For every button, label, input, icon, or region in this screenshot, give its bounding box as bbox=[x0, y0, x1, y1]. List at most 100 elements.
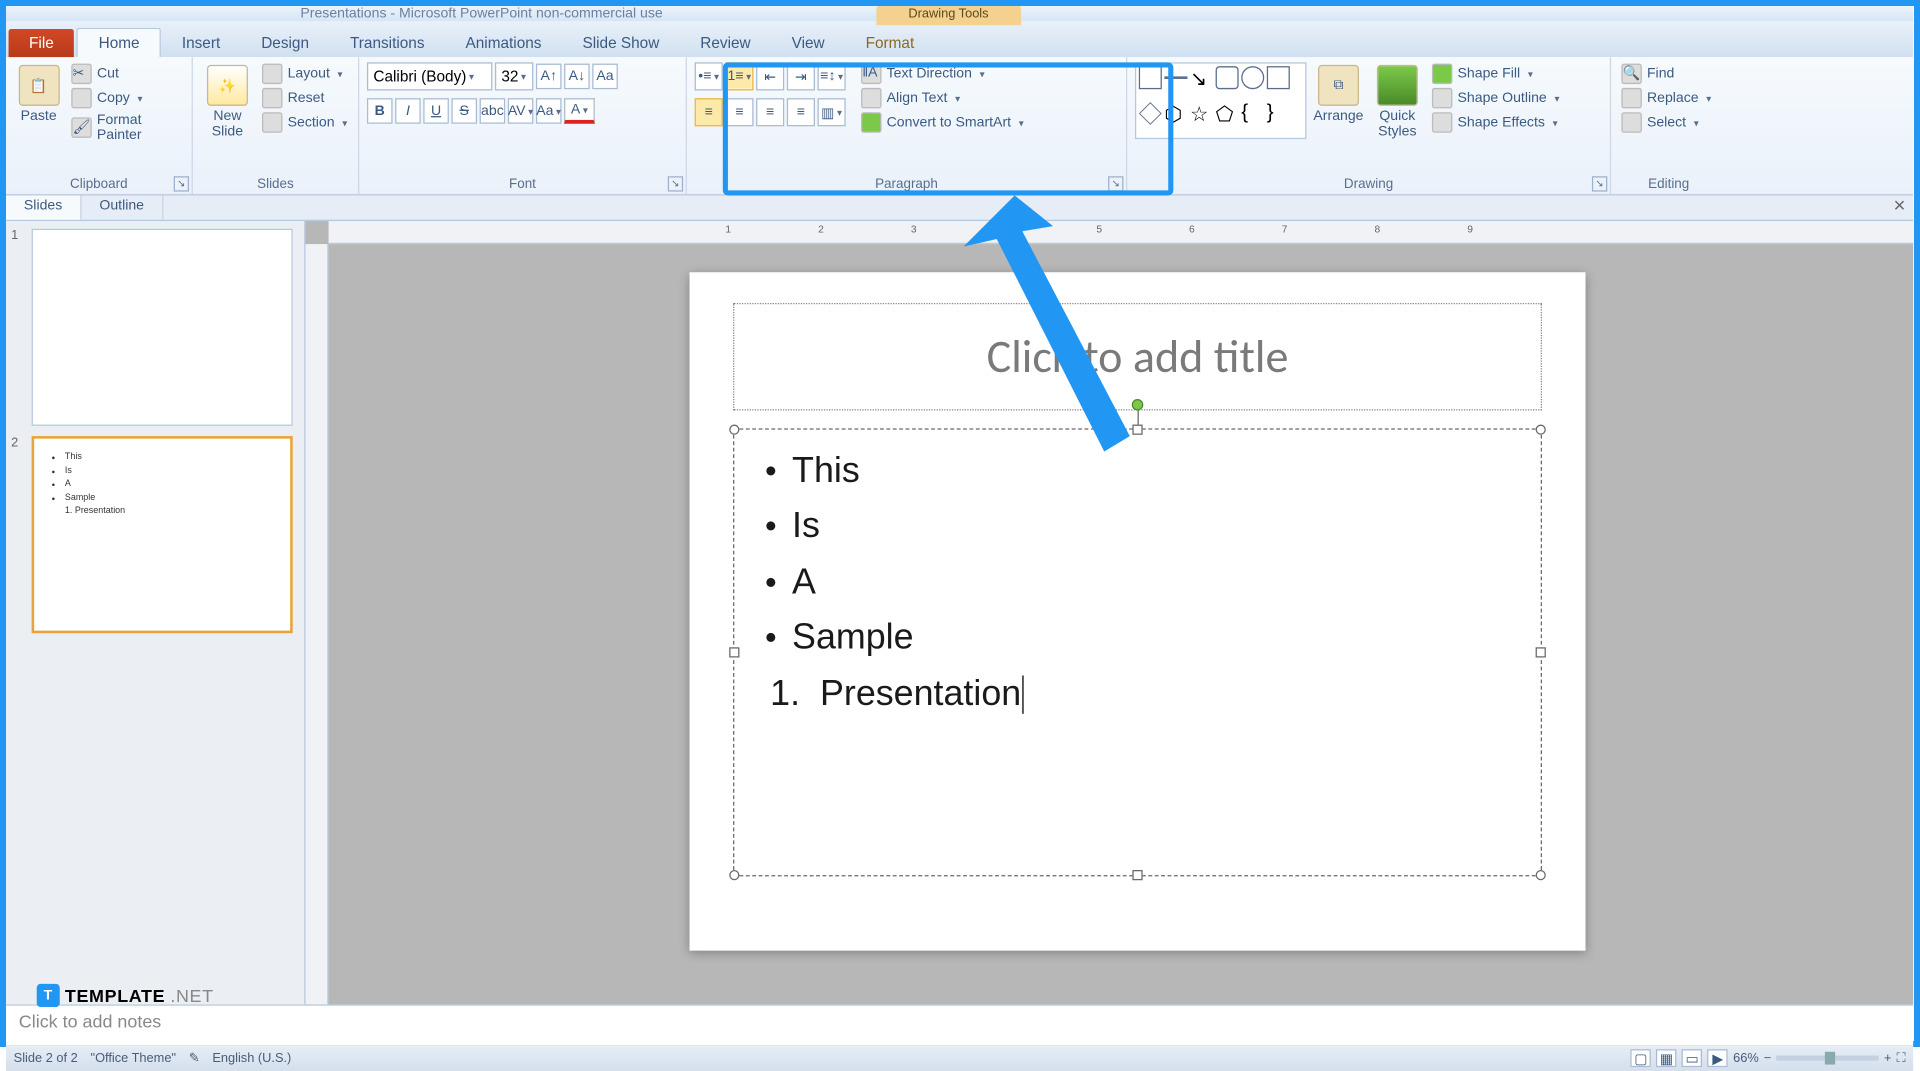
ruler-horizontal[interactable]: 1 2 3 4 5 6 7 8 9 bbox=[329, 221, 1914, 244]
ruler-vertical[interactable] bbox=[306, 244, 329, 1004]
dialog-launcher-icon[interactable]: ↘ bbox=[174, 176, 189, 191]
close-pane-button[interactable]: × bbox=[1886, 195, 1913, 219]
tab-transitions[interactable]: Transitions bbox=[330, 29, 446, 57]
selection-handle[interactable] bbox=[729, 870, 739, 880]
view-sorter-button[interactable]: ▦ bbox=[1656, 1049, 1676, 1067]
align-left-button[interactable]: ≡ bbox=[695, 98, 723, 126]
shadow-button[interactable]: abc bbox=[480, 98, 506, 124]
selection-handle[interactable] bbox=[729, 647, 739, 657]
replace-button[interactable]: Replace bbox=[1619, 87, 1714, 110]
tab-design[interactable]: Design bbox=[241, 29, 330, 57]
shrink-font-button[interactable]: A↓ bbox=[564, 64, 590, 90]
content-placeholder[interactable]: This Is A Sample 1. Presentation bbox=[733, 428, 1542, 876]
tab-file[interactable]: File bbox=[9, 29, 75, 57]
convert-smartart-button[interactable]: Convert to SmartArt bbox=[858, 111, 1026, 134]
italic-button[interactable]: I bbox=[395, 98, 421, 124]
columns-button[interactable]: ▥ bbox=[818, 98, 846, 126]
reset-button[interactable]: Reset bbox=[259, 87, 350, 110]
status-spellcheck-icon[interactable]: ✎ bbox=[189, 1051, 200, 1065]
view-slideshow-button[interactable]: ▶ bbox=[1708, 1049, 1728, 1067]
outline-tab[interactable]: Outline bbox=[81, 195, 163, 219]
tab-review[interactable]: Review bbox=[680, 29, 771, 57]
char-spacing-button[interactable]: AV bbox=[508, 98, 534, 124]
justify-button[interactable]: ≡ bbox=[787, 98, 815, 126]
view-normal-button[interactable]: ▢ bbox=[1631, 1049, 1651, 1067]
bullet-item[interactable]: Is bbox=[765, 498, 1510, 554]
shape-rect-icon bbox=[1139, 66, 1162, 89]
font-size-combo[interactable]: 32 bbox=[495, 62, 533, 90]
title-placeholder[interactable]: Click to add title bbox=[733, 303, 1542, 411]
slides-tab[interactable]: Slides bbox=[6, 195, 81, 219]
numbering-button[interactable]: 1≡ bbox=[725, 62, 753, 90]
shape-effects-button[interactable]: Shape Effects bbox=[1429, 111, 1562, 134]
tab-view[interactable]: View bbox=[771, 29, 845, 57]
decrease-indent-button[interactable]: ⇤ bbox=[756, 62, 784, 90]
format-painter-button[interactable]: 🖌Format Painter bbox=[69, 111, 184, 144]
contextual-tab-drawing-tools[interactable]: Drawing Tools bbox=[876, 6, 1020, 25]
selection-handle[interactable] bbox=[1132, 425, 1142, 435]
tab-format[interactable]: Format bbox=[845, 29, 935, 57]
clear-formatting-button[interactable]: Aa bbox=[592, 64, 618, 90]
zoom-in-button[interactable]: + bbox=[1884, 1051, 1891, 1065]
line-spacing-button[interactable]: ≡↕ bbox=[818, 62, 846, 90]
layout-button[interactable]: Layout bbox=[259, 62, 350, 85]
notes-pane[interactable]: Click to add notes bbox=[6, 1004, 1913, 1045]
shapes-gallery[interactable]: ↘ ⬡ ☆ ⬠ { } bbox=[1135, 62, 1307, 139]
view-reading-button[interactable]: ▭ bbox=[1682, 1049, 1702, 1067]
section-button[interactable]: Section bbox=[259, 111, 350, 134]
zoom-out-button[interactable]: − bbox=[1764, 1051, 1771, 1065]
tab-insert[interactable]: Insert bbox=[161, 29, 240, 57]
numbered-item[interactable]: 1. Presentation bbox=[765, 665, 1510, 721]
ribbon: 📋 Paste ✂Cut Copy 🖌Format Painter Clipbo… bbox=[6, 57, 1913, 195]
shape-fill-button[interactable]: Shape Fill bbox=[1429, 62, 1562, 85]
underline-button[interactable]: U bbox=[423, 98, 449, 124]
selection-handle[interactable] bbox=[1536, 647, 1546, 657]
shape-outline-button[interactable]: Shape Outline bbox=[1429, 87, 1562, 110]
find-button[interactable]: 🔍Find bbox=[1619, 62, 1714, 85]
rotation-handle[interactable] bbox=[1132, 399, 1144, 411]
slides-pane[interactable]: 1 2 This Is A Sample 1. Presentation bbox=[6, 221, 306, 1004]
increase-indent-button[interactable]: ⇥ bbox=[787, 62, 815, 90]
font-color-button[interactable]: A bbox=[564, 98, 595, 124]
font-name-combo[interactable]: Calibri (Body) bbox=[367, 62, 492, 90]
cut-button[interactable]: ✂Cut bbox=[69, 62, 184, 85]
status-slide: Slide 2 of 2 bbox=[14, 1051, 78, 1065]
align-center-button[interactable]: ≡ bbox=[725, 98, 753, 126]
bullet-item[interactable]: A bbox=[765, 554, 1510, 610]
new-slide-button[interactable]: ✨ New Slide bbox=[201, 62, 255, 173]
dialog-launcher-icon[interactable]: ↘ bbox=[1108, 176, 1123, 191]
strikethrough-button[interactable]: S bbox=[451, 98, 477, 124]
bold-button[interactable]: B bbox=[367, 98, 393, 124]
select-button[interactable]: Select bbox=[1619, 111, 1714, 134]
quick-styles-button[interactable]: Quick Styles bbox=[1370, 62, 1424, 173]
tab-home[interactable]: Home bbox=[77, 28, 162, 57]
selection-handle[interactable] bbox=[1132, 870, 1142, 880]
arrange-button[interactable]: ⧉ Arrange bbox=[1312, 62, 1366, 173]
align-right-button[interactable]: ≡ bbox=[756, 98, 784, 126]
bullets-button[interactable]: •≡ bbox=[695, 62, 723, 90]
bullet-item[interactable]: This bbox=[765, 442, 1510, 498]
zoom-slider[interactable] bbox=[1776, 1056, 1878, 1061]
selection-handle[interactable] bbox=[729, 425, 739, 435]
dialog-launcher-icon[interactable]: ↘ bbox=[1592, 176, 1607, 191]
tab-slideshow[interactable]: Slide Show bbox=[562, 29, 680, 57]
fit-window-button[interactable]: ⛶ bbox=[1897, 1051, 1906, 1065]
selection-handle[interactable] bbox=[1536, 870, 1546, 880]
group-label: Paragraph bbox=[695, 174, 1119, 194]
thumb-number: 2 bbox=[11, 436, 26, 633]
text-direction-button[interactable]: ‖AText Direction bbox=[858, 62, 1026, 85]
status-language[interactable]: English (U.S.) bbox=[212, 1051, 291, 1065]
grow-font-button[interactable]: A↑ bbox=[536, 64, 562, 90]
slide-canvas[interactable]: Click to add title This Is bbox=[690, 272, 1586, 950]
slide-thumbnail-1[interactable] bbox=[32, 229, 293, 426]
dialog-launcher-icon[interactable]: ↘ bbox=[668, 176, 683, 191]
copy-button[interactable]: Copy bbox=[69, 87, 184, 110]
shape-icon bbox=[1267, 66, 1290, 89]
change-case-button[interactable]: Aa bbox=[536, 98, 562, 124]
slide-thumbnail-2[interactable]: This Is A Sample 1. Presentation bbox=[32, 436, 293, 633]
align-text-button[interactable]: Align Text bbox=[858, 87, 1026, 110]
tab-animations[interactable]: Animations bbox=[445, 29, 562, 57]
selection-handle[interactable] bbox=[1536, 425, 1546, 435]
paste-button[interactable]: 📋 Paste bbox=[14, 62, 64, 173]
bullet-item[interactable]: Sample bbox=[765, 609, 1510, 665]
